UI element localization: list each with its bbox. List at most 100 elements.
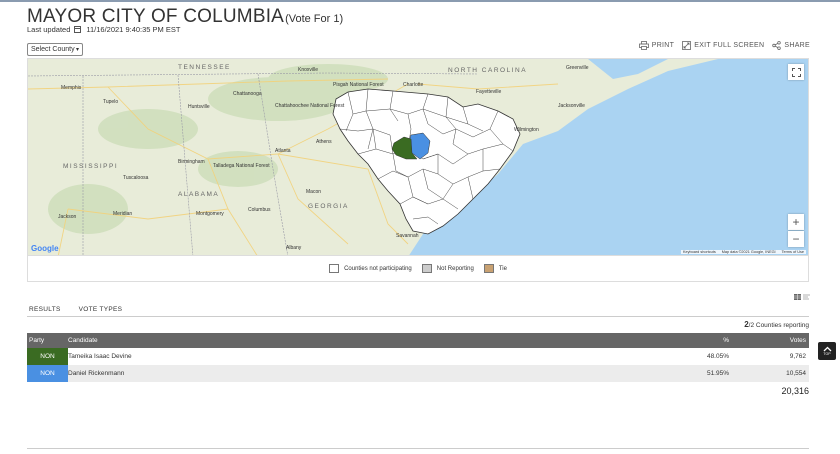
reporting-label: Counties reporting bbox=[755, 322, 809, 329]
exit-fullscreen-icon bbox=[682, 41, 692, 50]
map-label-memphis: Memphis bbox=[61, 85, 82, 91]
print-button[interactable]: PRINT bbox=[638, 41, 675, 50]
keyboard-shortcuts-link[interactable]: Keyboard shortcuts bbox=[683, 250, 716, 254]
candidate-name-text: Daniel Rickenmann bbox=[68, 370, 125, 377]
last-updated-label: Last updated bbox=[27, 25, 71, 34]
map-label-huntsville: Huntsville bbox=[188, 104, 210, 110]
map-label-tuscaloosa: Tuscaloosa bbox=[123, 175, 149, 181]
map-label-georgia: GEORGIA bbox=[308, 203, 349, 210]
south-carolina-outline bbox=[332, 88, 521, 235]
candidate-votes: 9,762 bbox=[789, 353, 806, 360]
county-select-value: Select County bbox=[31, 46, 75, 53]
map-label-alabama: ALABAMA bbox=[178, 191, 220, 198]
candidate-pct: 48.05% bbox=[706, 353, 729, 360]
legend-label: Counties not participating bbox=[344, 265, 412, 272]
map-label-albany: Albany bbox=[286, 245, 302, 251]
map-label-montgomery: Montgomery bbox=[196, 211, 224, 217]
map-label-jacksonville: Jacksonville bbox=[558, 103, 585, 109]
legend-item-not-participating: Counties not participating bbox=[329, 264, 412, 273]
legend-label: Tie bbox=[498, 265, 507, 272]
map-label-chattahoochee: Chattahoochee National Forest bbox=[275, 103, 345, 109]
legend-item-not-reporting: Not Reporting bbox=[421, 264, 474, 273]
share-label: SHARE bbox=[784, 42, 810, 49]
candidate-name: Tameika Isaac Devine bbox=[68, 353, 649, 360]
map-label-greenville: Greenville bbox=[566, 65, 589, 71]
header-candidate: Candidate bbox=[68, 337, 98, 344]
map-label-macon: Macon bbox=[306, 189, 322, 195]
map-label-charlotte: Charlotte bbox=[403, 82, 424, 88]
candidate-name: Daniel Rickenmann bbox=[68, 370, 649, 377]
candidate-name-text: Tameika Isaac Devine bbox=[68, 353, 132, 360]
table-row: NON Daniel Rickenmann 51.95% 10,554 bbox=[27, 365, 809, 382]
map-legend: Counties not participating Not Reporting… bbox=[27, 256, 809, 282]
scroll-top-button[interactable]: TOP bbox=[818, 342, 836, 360]
map-label-athens: Athens bbox=[316, 139, 332, 145]
county-select[interactable]: Select County ▾ bbox=[27, 43, 83, 56]
legend-item-tie: Tie bbox=[483, 264, 507, 273]
map-label-north-carolina: NORTH CAROLINA bbox=[448, 67, 528, 74]
map-label-savannah: Savannah bbox=[396, 233, 419, 239]
toolbar: PRINT EXIT FULL SCREEN SHARE bbox=[638, 41, 810, 50]
map-attribution: Keyboard shortcuts Map data ©2021 Google… bbox=[681, 250, 806, 254]
map-label-talladega: Talladega National Forest bbox=[213, 163, 270, 169]
map-data-label: Map data ©2021 Google, INEGI bbox=[721, 250, 776, 254]
map-label-birmingham: Birmingham bbox=[178, 159, 205, 165]
tab-vote-types[interactable]: VOTE TYPES bbox=[77, 306, 125, 313]
map-fullscreen-button[interactable] bbox=[788, 64, 804, 80]
header-pct: % bbox=[723, 337, 729, 344]
table-header: Party Candidate % Votes bbox=[27, 333, 809, 348]
map-label-columbus: Columbus bbox=[248, 207, 271, 213]
zoom-out-button[interactable]: − bbox=[788, 231, 804, 247]
map-label-tennessee: TENNESSEE bbox=[178, 64, 231, 71]
last-updated-value: 11/16/2021 9:40:35 PM EST bbox=[86, 25, 181, 34]
map-label-mississippi: MISSISSIPPI bbox=[63, 163, 119, 170]
share-button[interactable]: SHARE bbox=[772, 41, 810, 50]
party-badge: NON bbox=[27, 348, 68, 365]
map-label-jackson: Jackson bbox=[58, 214, 77, 220]
fullscreen-icon bbox=[791, 67, 801, 77]
sc-county-map bbox=[332, 88, 521, 235]
map-label-tupelo: Tupelo bbox=[103, 99, 119, 105]
party-badge: NON bbox=[27, 365, 68, 382]
legend-swatch bbox=[421, 264, 432, 273]
total-votes: 20,316 bbox=[781, 386, 809, 396]
share-icon bbox=[772, 41, 782, 50]
list-view-icon[interactable] bbox=[803, 294, 810, 300]
printer-icon bbox=[638, 41, 649, 50]
counties-reporting: 2/2 Counties reporting bbox=[744, 320, 809, 329]
view-toggle bbox=[794, 294, 810, 300]
table-row: NON Tameika Isaac Devine 48.05% 9,762 bbox=[27, 348, 809, 365]
results-table: Party Candidate % Votes NON Tameika Isaa… bbox=[27, 333, 809, 382]
map-label-wilmington: Wilmington bbox=[514, 127, 539, 133]
scroll-top-label: TOP bbox=[823, 352, 831, 356]
exit-fullscreen-label: EXIT FULL SCREEN bbox=[694, 42, 765, 49]
header-party: Party bbox=[29, 337, 45, 344]
bottom-divider bbox=[27, 448, 809, 449]
map-label-meridian: Meridian bbox=[113, 211, 133, 217]
map-label-pisgah: Pisgah National Forest bbox=[333, 82, 384, 88]
chevron-down-icon: ▾ bbox=[75, 47, 79, 53]
results-tabs: RESULTS VOTE TYPES bbox=[27, 303, 809, 317]
table-view-icon[interactable] bbox=[794, 294, 801, 300]
last-updated: Last updated 11/16/2021 9:40:35 PM EST bbox=[27, 25, 180, 34]
zoom-in-button[interactable]: + bbox=[788, 214, 804, 230]
map-label-chattanooga: Chattanooga bbox=[233, 91, 262, 97]
exit-fullscreen-button[interactable]: EXIT FULL SCREEN bbox=[682, 41, 764, 50]
terms-link[interactable]: Terms of Use bbox=[782, 250, 804, 254]
calendar-icon bbox=[74, 26, 82, 33]
map-label-fayetteville: Fayetteville bbox=[476, 89, 502, 95]
legend-label: Not Reporting bbox=[436, 265, 474, 272]
print-label: PRINT bbox=[651, 42, 675, 49]
header-votes: Votes bbox=[789, 337, 806, 344]
candidate-votes: 10,554 bbox=[786, 370, 806, 377]
reporting-total: /2 bbox=[748, 322, 755, 329]
google-logo: Google bbox=[31, 244, 59, 253]
legend-swatch bbox=[329, 264, 340, 273]
county-map[interactable]: TENNESSEE NORTH CAROLINA MISSISSIPPI ALA… bbox=[27, 58, 809, 256]
top-border bbox=[0, 0, 840, 2]
page-subtitle: (Vote For 1) bbox=[285, 13, 344, 25]
map-label-atlanta: Atlanta bbox=[275, 148, 291, 154]
tab-results[interactable]: RESULTS bbox=[27, 306, 63, 313]
map-label-knoxville: Knoxville bbox=[298, 67, 319, 73]
legend-swatch bbox=[483, 264, 494, 273]
